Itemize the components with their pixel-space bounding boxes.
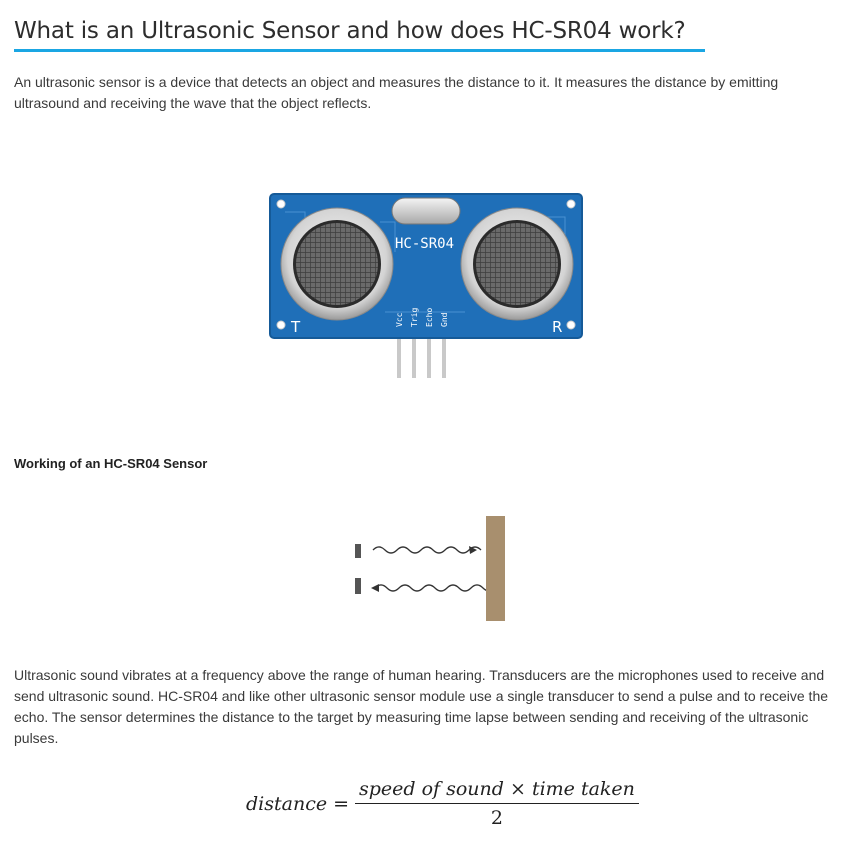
emitter-block <box>355 544 361 558</box>
hc-sr04-sensor-image: HC-SR04 Vcc Trig Echo Gnd T R <box>265 192 585 382</box>
outgoing-wave <box>372 546 482 554</box>
transmitter-marker: T <box>290 318 301 336</box>
formula-fraction: speed of sound × time taken 2 <box>355 778 639 829</box>
formula-equals: = <box>333 792 349 815</box>
body-paragraph: Ultrasonic sound vibrates at a frequency… <box>14 667 829 746</box>
receiver-block <box>355 578 361 594</box>
formula-denominator: 2 <box>490 807 503 829</box>
target-wall <box>486 516 505 621</box>
page-title: What is an Ultrasonic Sensor and how doe… <box>14 18 686 44</box>
board-label: HC-SR04 <box>395 236 454 252</box>
receiver-marker: R <box>552 318 562 336</box>
pin-label-echo: Echo <box>425 308 434 327</box>
formula-lhs: distance <box>246 792 328 815</box>
reflected-wave <box>374 584 494 592</box>
distance-formula: distance = speed of sound × time taken 2 <box>246 778 639 829</box>
receiver-transducer <box>460 207 574 321</box>
formula-numerator: speed of sound × time taken <box>355 778 639 804</box>
pin-label-vcc: Vcc <box>395 312 404 327</box>
title-underline <box>14 49 705 52</box>
crystal-oscillator <box>391 197 461 225</box>
pin-label-gnd: Gnd <box>440 312 449 327</box>
pin-label-trig: Trig <box>410 308 419 327</box>
working-diagram <box>345 510 510 625</box>
transmitter-transducer <box>280 207 394 321</box>
section-subheading: Working of an HC-SR04 Sensor <box>14 456 208 471</box>
intro-paragraph: An ultrasonic sensor is a device that de… <box>14 74 779 111</box>
